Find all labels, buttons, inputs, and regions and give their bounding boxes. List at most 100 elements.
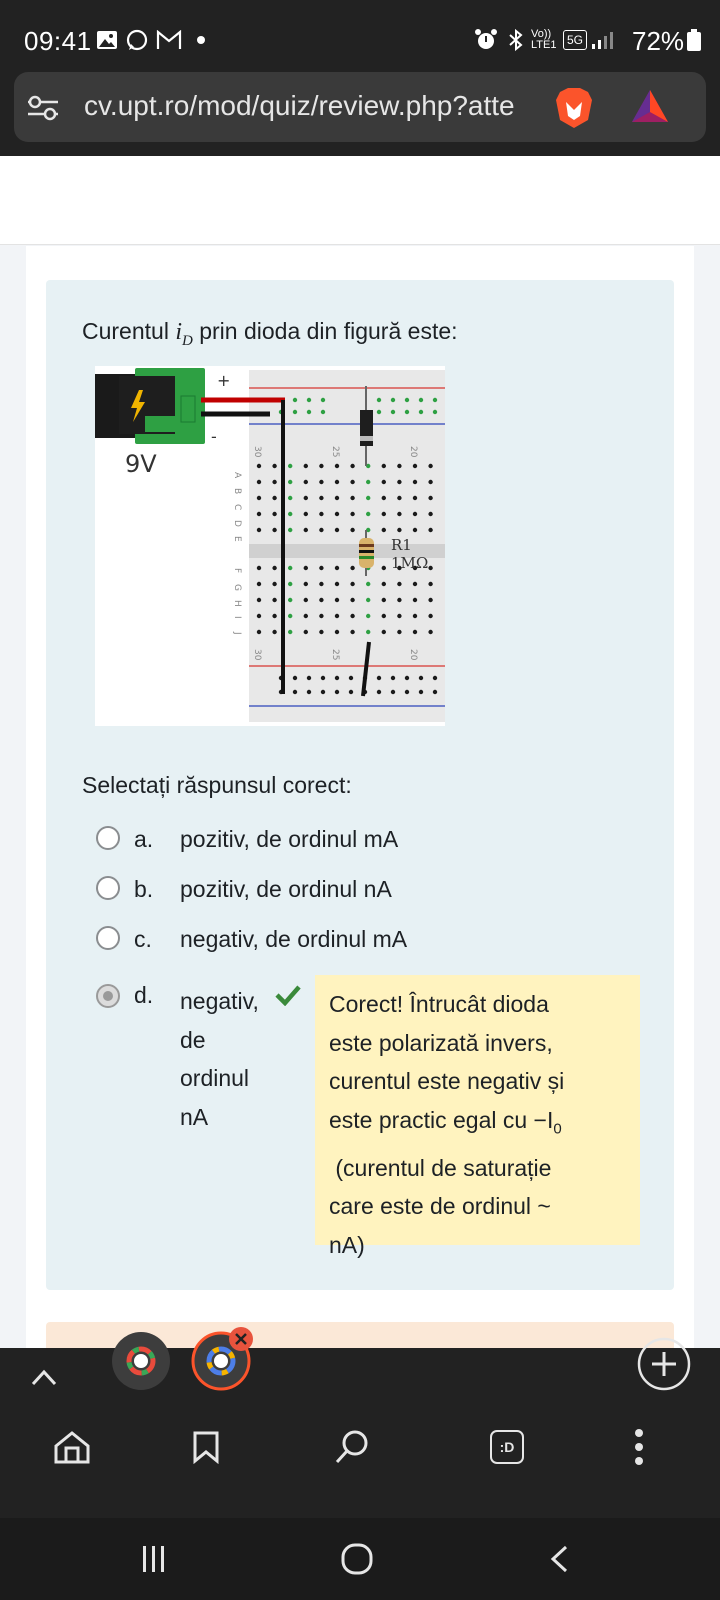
breadboard-hole [412,613,418,619]
breadboard-rail-hole [292,397,298,403]
battery-voltage-label: 9V [125,450,157,478]
breadboard-rail-hole [334,689,340,695]
browser-toolbar: cv.upt.ro/mod/quiz/review.php?atte [0,72,720,156]
breadboard-hole [272,495,277,501]
volte-icon: Vo)) LTE1 [531,28,557,51]
breadboard-hole [381,613,386,619]
breadboard-hole [288,597,293,603]
site-settings-icon[interactable] [26,94,60,127]
breadboard-rail-hole [334,675,340,681]
more-options-icon[interactable] [634,1428,644,1471]
breadboard-hole [272,511,277,517]
breadboard-hole [334,479,340,485]
bookmark-icon[interactable] [192,1430,220,1469]
breadboard-hole [288,565,293,571]
battery-percent: 72% [632,26,685,56]
breadboard-rail-hole [432,689,438,695]
bluetooth-icon [505,28,527,52]
close-tab-icon[interactable] [228,1326,254,1357]
breadboard-hole [428,511,433,517]
breadboard-hole [288,613,293,619]
row-label-e: E [232,536,242,542]
breadboard-rail-hole [432,397,438,403]
gallery-notification-icon [96,28,118,52]
breadboard-rail-hole [376,397,382,403]
radio-button-b[interactable] [96,876,120,900]
breadboard-hole [381,629,386,635]
breadboard-hole [397,495,402,501]
brave-lion-icon[interactable] [554,86,594,135]
breadboard-hole [334,495,340,501]
tab-switcher-icon[interactable]: :D [490,1430,524,1464]
new-tab-plus-icon[interactable] [636,1336,692,1397]
bat-triangle-icon[interactable] [630,88,670,129]
search-icon[interactable] [334,1428,372,1471]
breadboard-hole [366,597,371,603]
breadboard-hole [334,511,340,517]
radio-button-d[interactable] [96,984,120,1008]
question-prefix: Curentul [82,318,176,344]
breadboard-hole [397,479,402,485]
breadboard-hole [366,495,371,501]
home-icon[interactable] [54,1430,90,1469]
breadboard-hole [397,511,402,517]
breadboard-hole [428,565,433,571]
breadboard-rail-hole [292,689,298,695]
col-label-top-20: 20 [408,446,418,458]
breadboard-rail-hole [292,409,298,415]
row-label-f: F [232,568,242,573]
radio-button-a[interactable] [96,826,120,850]
option-text-d[interactable]: negativ, de ordinul nA [180,982,259,1136]
url-text[interactable]: cv.upt.ro/mod/quiz/review.php?atte [84,90,564,122]
whatsapp-notification-icon [124,28,150,52]
breadboard-hole [397,597,402,603]
breadboard-hole [256,527,262,533]
breadboard-hole [256,495,262,501]
breadboard-hole [350,463,355,469]
breadboard-hole [319,495,324,501]
breadboard-rail-hole [418,397,424,403]
breadboard-rail-hole [320,675,326,681]
clock: 09:41 [24,26,92,56]
resistor-name-label: R1 [391,536,412,554]
breadboard-hole [381,527,386,533]
breadboard-hole [319,463,324,469]
breadboard-hole [256,629,262,635]
breadboard-hole [319,511,324,517]
breadboard-rail-hole [404,397,410,403]
breadboard-hole [428,479,433,485]
row-label-j: J [232,631,242,635]
breadboard-hole [319,479,324,485]
radio-button-c[interactable] [96,926,120,950]
option-text-b[interactable]: pozitiv, de ordinul nA [180,876,392,903]
breadboard-hole [272,527,277,533]
home-button-icon[interactable] [340,1542,374,1581]
gmail-notification-icon [156,28,182,52]
breadboard-hole [334,629,340,635]
tab-thumbnail-icon[interactable] [110,1330,172,1397]
breadboard-hole [319,597,324,603]
correct-check-icon [274,984,302,1011]
breadboard-hole [256,511,262,517]
breadboard-hole [397,581,402,587]
option-text-a[interactable]: pozitiv, de ordinul mA [180,826,398,853]
breadboard-hole [381,495,386,501]
chevron-up-icon[interactable] [30,1368,58,1393]
option-text-c[interactable]: negativ, de ordinul mA [180,926,407,953]
breadboard-hole [288,629,293,635]
breadboard-hole [303,511,308,517]
breadboard-hole [381,463,386,469]
breadboard-rail-hole [376,689,382,695]
breadboard-hole [350,511,355,517]
breadboard-hole [412,527,418,533]
network-5g-icon: 5G [563,30,587,50]
address-bar[interactable]: cv.upt.ro/mod/quiz/review.php?atte [14,72,706,142]
breadboard-hole [303,495,308,501]
back-icon[interactable] [548,1544,570,1579]
breadboard-hole [319,613,324,619]
breadboard-hole [350,495,355,501]
breadboard-hole [428,613,433,619]
recent-apps-icon[interactable] [140,1544,168,1579]
breadboard-rail-hole [404,689,410,695]
breadboard-hole [381,479,386,485]
